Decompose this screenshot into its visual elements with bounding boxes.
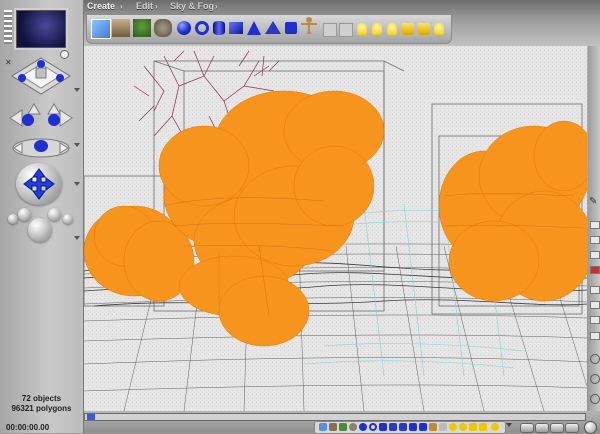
cube-icon[interactable] <box>389 423 397 431</box>
3d-viewport[interactable] <box>84 46 587 411</box>
chevron-down-icon[interactable] <box>74 182 80 186</box>
cone-icon[interactable] <box>247 21 261 35</box>
move-arrows-icon <box>23 168 55 200</box>
play-button[interactable] <box>535 423 549 433</box>
water-icon[interactable] <box>319 423 327 431</box>
left-control-panel: ✕ 72 objects 96321 polygons <box>0 0 84 433</box>
scene-wireframe <box>84 46 587 411</box>
camera-icon[interactable] <box>418 23 430 35</box>
option-button[interactable] <box>590 316 600 324</box>
record-button[interactable] <box>590 266 600 274</box>
chevron-down-icon[interactable] <box>74 88 80 92</box>
figure-icon[interactable] <box>429 423 437 431</box>
terrain-icon[interactable] <box>329 423 337 431</box>
rock-icon[interactable] <box>349 423 357 431</box>
figure-icon[interactable] <box>299 16 317 34</box>
camera-move-control[interactable] <box>6 100 76 134</box>
forward-button[interactable] <box>565 423 579 433</box>
settings-icon[interactable] <box>590 374 600 384</box>
option-button[interactable] <box>590 332 600 340</box>
sphere-icon[interactable] <box>359 423 367 431</box>
zoom-out-sphere[interactable] <box>8 214 18 224</box>
menu-create[interactable]: Create <box>87 1 115 11</box>
rock-icon[interactable] <box>154 19 172 37</box>
option-button[interactable] <box>590 301 600 309</box>
light-icon[interactable] <box>469 423 477 431</box>
render-preview-thumbnail[interactable] <box>16 10 66 48</box>
scene-statistics: 72 objects 96321 polygons <box>0 394 83 414</box>
zoom-sphere[interactable] <box>18 208 31 221</box>
timeline-slider[interactable] <box>84 413 586 421</box>
option-button[interactable] <box>590 286 600 294</box>
timeline-thumb[interactable] <box>87 414 95 420</box>
panel-handle[interactable] <box>4 10 12 44</box>
cube-icon[interactable] <box>229 22 243 34</box>
light-icon[interactable] <box>402 23 414 35</box>
slab-icon[interactable] <box>285 22 297 34</box>
top-toolbar: Create › Edit › Sky & Fog › <box>84 0 600 46</box>
light-bulb-icon[interactable] <box>372 23 382 35</box>
timecode-display: 00:00:00.00 <box>6 423 50 432</box>
terrain-icon[interactable] <box>112 19 130 37</box>
render-icon[interactable] <box>590 354 600 364</box>
torus-icon[interactable] <box>195 21 209 35</box>
chevron-down-icon[interactable] <box>74 236 80 240</box>
texture-button[interactable] <box>590 236 600 244</box>
chevron-down-icon[interactable] <box>506 423 512 427</box>
light-bulb-icon[interactable] <box>357 23 367 35</box>
camera-view-control[interactable] <box>8 54 74 96</box>
chevron-right-icon: › <box>215 2 218 11</box>
plant-icon[interactable] <box>339 423 347 431</box>
create-tools-strip <box>86 14 452 44</box>
bottom-tools-strip <box>314 421 506 434</box>
dolly-sphere[interactable] <box>63 214 73 224</box>
material-button[interactable] <box>590 221 600 229</box>
empty-slot-icon[interactable] <box>439 423 447 431</box>
bottom-toolbar <box>84 411 600 434</box>
light-bulb-icon[interactable] <box>434 23 444 35</box>
rewind-button[interactable] <box>520 423 534 433</box>
light-bulb-icon[interactable] <box>491 423 499 431</box>
chevron-right-icon: › <box>155 2 158 11</box>
pyramid-icon[interactable] <box>409 423 417 431</box>
object-count: 72 objects <box>21 394 62 403</box>
cylinder-icon[interactable] <box>213 21 225 35</box>
brush-icon[interactable]: ✎ <box>589 196 599 210</box>
pyramid-icon[interactable] <box>265 21 281 34</box>
sphere-icon[interactable] <box>177 21 191 35</box>
right-tool-strip: ✎ <box>588 46 600 411</box>
app-window: ✕ 72 objects 96321 polygons Create › Edi… <box>0 0 600 434</box>
stop-button[interactable] <box>550 423 564 433</box>
render-button[interactable] <box>584 421 597 434</box>
light-bulb-icon[interactable] <box>459 423 467 431</box>
cylinder-icon[interactable] <box>379 423 387 431</box>
chevron-right-icon: › <box>120 2 123 11</box>
torus-icon[interactable] <box>369 423 377 431</box>
cone-icon[interactable] <box>399 423 407 431</box>
gear-icon[interactable] <box>590 394 600 404</box>
light-bulb-icon[interactable] <box>449 423 457 431</box>
camera-rotate-control[interactable] <box>8 132 74 162</box>
plant-icon[interactable] <box>133 19 151 37</box>
layer-button[interactable] <box>590 251 600 259</box>
menu-sky-fog[interactable]: Sky & Fog <box>170 1 214 11</box>
water-icon[interactable] <box>91 19 111 39</box>
chevron-down-icon[interactable] <box>74 143 80 147</box>
menu-edit[interactable]: Edit <box>136 1 153 11</box>
empty-slot-icon[interactable] <box>323 23 337 37</box>
zoom-trackball[interactable] <box>28 218 52 242</box>
light-bulb-icon[interactable] <box>387 23 397 35</box>
slab-icon[interactable] <box>419 423 427 431</box>
polygon-count: 96321 polygons <box>11 404 72 413</box>
pan-sphere[interactable] <box>48 208 61 221</box>
empty-slot-icon[interactable] <box>339 23 353 37</box>
camera-icon[interactable] <box>479 423 487 431</box>
